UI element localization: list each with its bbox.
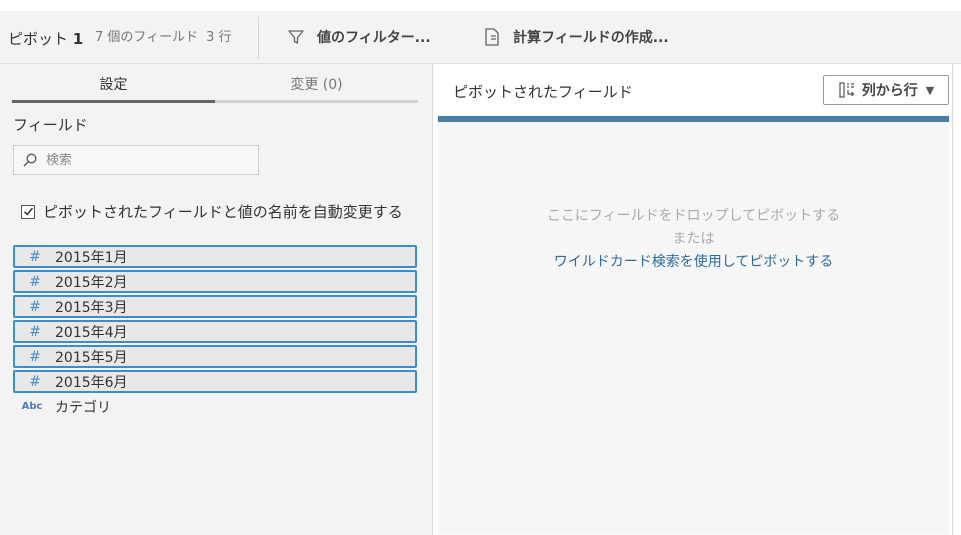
pivot-mode-dropdown[interactable]: 列から行 ▼ [823, 75, 949, 105]
auto-rename-label: ピボットされたフィールドと値の名前を自動変更する [43, 203, 403, 221]
pivot-meta: 7 個のフィールド 3 行 [95, 26, 232, 45]
toolbar-divider [258, 17, 259, 59]
number-type-icon: # [29, 323, 41, 340]
field-count: 7 個のフィールド [95, 30, 199, 45]
number-type-icon: # [29, 248, 41, 265]
number-type-icon: # [29, 273, 41, 290]
string-type-icon: Abc [21, 401, 43, 412]
create-calculated-field-button[interactable]: 計算フィールドの作成... [483, 25, 669, 49]
tab-settings[interactable]: 設定 [12, 74, 215, 94]
columns-to-rows-icon [839, 82, 855, 98]
chevron-down-icon: ▼ [925, 83, 935, 97]
field-item[interactable]: #2015年2月 [13, 270, 417, 293]
create-calculated-field-label: 計算フィールドの作成... [513, 30, 669, 46]
field-name: カテゴリ [55, 399, 111, 416]
search-icon [23, 153, 37, 167]
checkmark-icon [23, 207, 33, 216]
field-item[interactable]: #2015年4月 [13, 320, 417, 343]
field-name: 2015年3月 [55, 299, 128, 316]
filter-icon [288, 30, 304, 44]
row-count: 3 行 [206, 30, 232, 45]
field-search-box[interactable] [13, 145, 259, 175]
field-name: 2015年6月 [55, 374, 128, 391]
field-list: #2015年1月 #2015年2月 #2015年3月 #2015年4月 #201… [13, 245, 417, 420]
field-item[interactable]: #2015年1月 [13, 245, 417, 268]
drop-zone-text: ここにフィールドをドロップしてピボットする または ワイルドカード検索を使用して… [438, 205, 949, 274]
field-name: 2015年5月 [55, 349, 128, 366]
settings-panel: 設定 変更 (0) フィールド ピボットされたフィールドと値の名前を自動変更する… [0, 64, 433, 535]
wildcard-pivot-link[interactable]: ワイルドカード検索を使用してピボットする [438, 251, 949, 274]
pivot-drop-zone[interactable]: ここにフィールドをドロップしてピボットする または ワイルドカード検索を使用して… [438, 116, 949, 535]
pivot-mode-label: 列から行 [861, 83, 918, 99]
tab-changes[interactable]: 変更 (0) [215, 74, 418, 94]
auto-rename-checkbox[interactable] [21, 204, 35, 219]
drop-hint-or: または [672, 231, 715, 247]
field-item[interactable]: #2015年5月 [13, 345, 417, 368]
pivoted-fields-panel: ピボットされたフィールド 列から行 ▼ ここにフィールドをドロップしてピボットす… [434, 64, 961, 535]
top-strip [0, 0, 961, 11]
field-item[interactable]: #2015年6月 [13, 370, 417, 393]
field-item[interactable]: #2015年3月 [13, 295, 417, 318]
panel-edge [952, 64, 953, 535]
filter-values-label: 値のフィルター... [317, 30, 431, 46]
drop-hint: ここにフィールドをドロップしてピボットする [546, 208, 841, 224]
field-search-input[interactable] [46, 152, 246, 168]
field-item[interactable]: Abc カテゴリ [13, 395, 417, 418]
auto-rename-option[interactable]: ピボットされたフィールドと値の名前を自動変更する [21, 201, 403, 222]
filter-values-button[interactable]: 値のフィルター... [287, 25, 431, 49]
field-name: 2015年1月 [55, 249, 128, 266]
pivot-number: 1 [72, 30, 84, 48]
pivot-title[interactable]: ピボット 1 [8, 28, 83, 49]
fields-section-label: フィールド [13, 116, 88, 134]
pivot-toolbar: ピボット 1 7 個のフィールド 3 行 値のフィルター... 計算フィールドの作… [0, 11, 961, 64]
number-type-icon: # [29, 373, 41, 390]
settings-tabs: 設定 変更 (0) [12, 64, 418, 104]
field-name: 2015年4月 [55, 324, 128, 341]
pivot-name: ピボット [8, 30, 69, 48]
number-type-icon: # [29, 298, 41, 315]
field-name: 2015年2月 [55, 274, 128, 291]
active-tab-indicator [12, 100, 215, 103]
calculated-field-icon [485, 28, 499, 46]
pivoted-fields-title: ピボットされたフィールド [453, 83, 633, 101]
number-type-icon: # [29, 348, 41, 365]
